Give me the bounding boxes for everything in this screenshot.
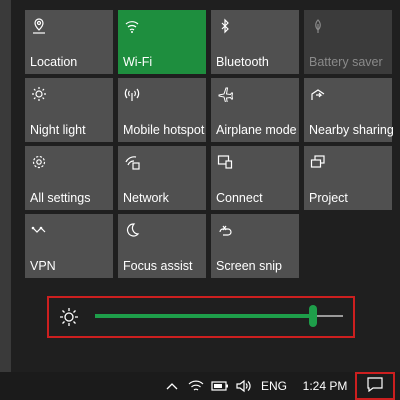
moon-icon bbox=[124, 222, 140, 238]
airplane-icon bbox=[217, 86, 233, 102]
tile-label: Night light bbox=[30, 123, 86, 137]
taskbar: ENG 1:24 PM bbox=[0, 372, 400, 400]
action-center-button[interactable] bbox=[355, 372, 395, 400]
wifi-icon bbox=[124, 18, 140, 34]
battery-icon[interactable] bbox=[209, 372, 231, 400]
tile-label: Nearby sharing bbox=[309, 123, 394, 137]
tile-label: Mobile hotspot bbox=[123, 123, 205, 137]
wifi-tray-icon[interactable] bbox=[186, 372, 206, 400]
brightness-icon bbox=[59, 307, 79, 327]
tile-nearby-sharing[interactable]: Nearby sharing bbox=[304, 78, 394, 142]
bluetooth-icon bbox=[217, 18, 233, 34]
location-icon bbox=[31, 18, 47, 34]
clock[interactable]: 1:24 PM bbox=[298, 372, 352, 400]
show-hidden-icons-chevron-icon[interactable] bbox=[162, 372, 182, 400]
tile-label: VPN bbox=[30, 259, 56, 273]
slider-remaining bbox=[313, 315, 343, 317]
project-icon bbox=[310, 154, 326, 170]
tile-label: Battery saver bbox=[309, 55, 383, 69]
tile-location[interactable]: Location bbox=[25, 10, 113, 74]
desktop-edge bbox=[0, 0, 11, 372]
tile-label: Project bbox=[309, 191, 348, 205]
tile-network[interactable]: Network bbox=[118, 146, 206, 210]
notification-icon bbox=[366, 376, 384, 397]
tile-label: Airplane mode bbox=[216, 123, 297, 137]
tile-project[interactable]: Project bbox=[304, 146, 392, 210]
tile-screen-snip[interactable]: Screen snip bbox=[211, 214, 299, 278]
tile-connect[interactable]: Connect bbox=[211, 146, 299, 210]
nearby-sharing-icon bbox=[310, 86, 326, 102]
tile-label: Screen snip bbox=[216, 259, 283, 273]
tile-focus-assist[interactable]: Focus assist bbox=[118, 214, 206, 278]
tile-label: Connect bbox=[216, 191, 263, 205]
battery-saver-icon bbox=[310, 18, 326, 34]
tile-label: Bluetooth bbox=[216, 55, 269, 69]
slider-track[interactable] bbox=[95, 298, 343, 336]
language-indicator[interactable]: ENG bbox=[258, 372, 290, 400]
tile-all-settings[interactable]: All settings bbox=[25, 146, 113, 210]
tile-battery-saver[interactable]: Battery saver bbox=[304, 10, 392, 74]
tile-label: Location bbox=[30, 55, 78, 69]
tile-airplane-mode[interactable]: Airplane mode bbox=[211, 78, 299, 142]
slider-fill bbox=[95, 314, 313, 318]
tile-label: Network bbox=[123, 191, 169, 205]
tile-vpn[interactable]: VPN bbox=[25, 214, 113, 278]
gear-icon bbox=[31, 154, 47, 170]
tile-label: Wi-Fi bbox=[123, 55, 153, 69]
slider-thumb[interactable] bbox=[309, 305, 317, 327]
network-icon bbox=[124, 154, 140, 170]
mobile-hotspot-icon bbox=[124, 86, 140, 102]
tile-label: Focus assist bbox=[123, 259, 193, 273]
tile-mobile-hotspot[interactable]: Mobile hotspot bbox=[118, 78, 206, 142]
brightness-slider[interactable] bbox=[47, 296, 355, 338]
tile-night-light[interactable]: Night light bbox=[25, 78, 113, 142]
vpn-icon bbox=[31, 222, 47, 238]
night-light-icon bbox=[31, 86, 47, 102]
connect-icon bbox=[217, 154, 233, 170]
volume-icon[interactable] bbox=[233, 372, 255, 400]
screen-snip-icon bbox=[217, 222, 233, 238]
tile-bluetooth[interactable]: Bluetooth bbox=[211, 10, 299, 74]
tile-label: All settings bbox=[30, 191, 91, 205]
quick-actions-panel: Location Wi-Fi Bluetooth Battery saver N… bbox=[11, 0, 400, 372]
tile-wifi[interactable]: Wi-Fi bbox=[118, 10, 206, 74]
